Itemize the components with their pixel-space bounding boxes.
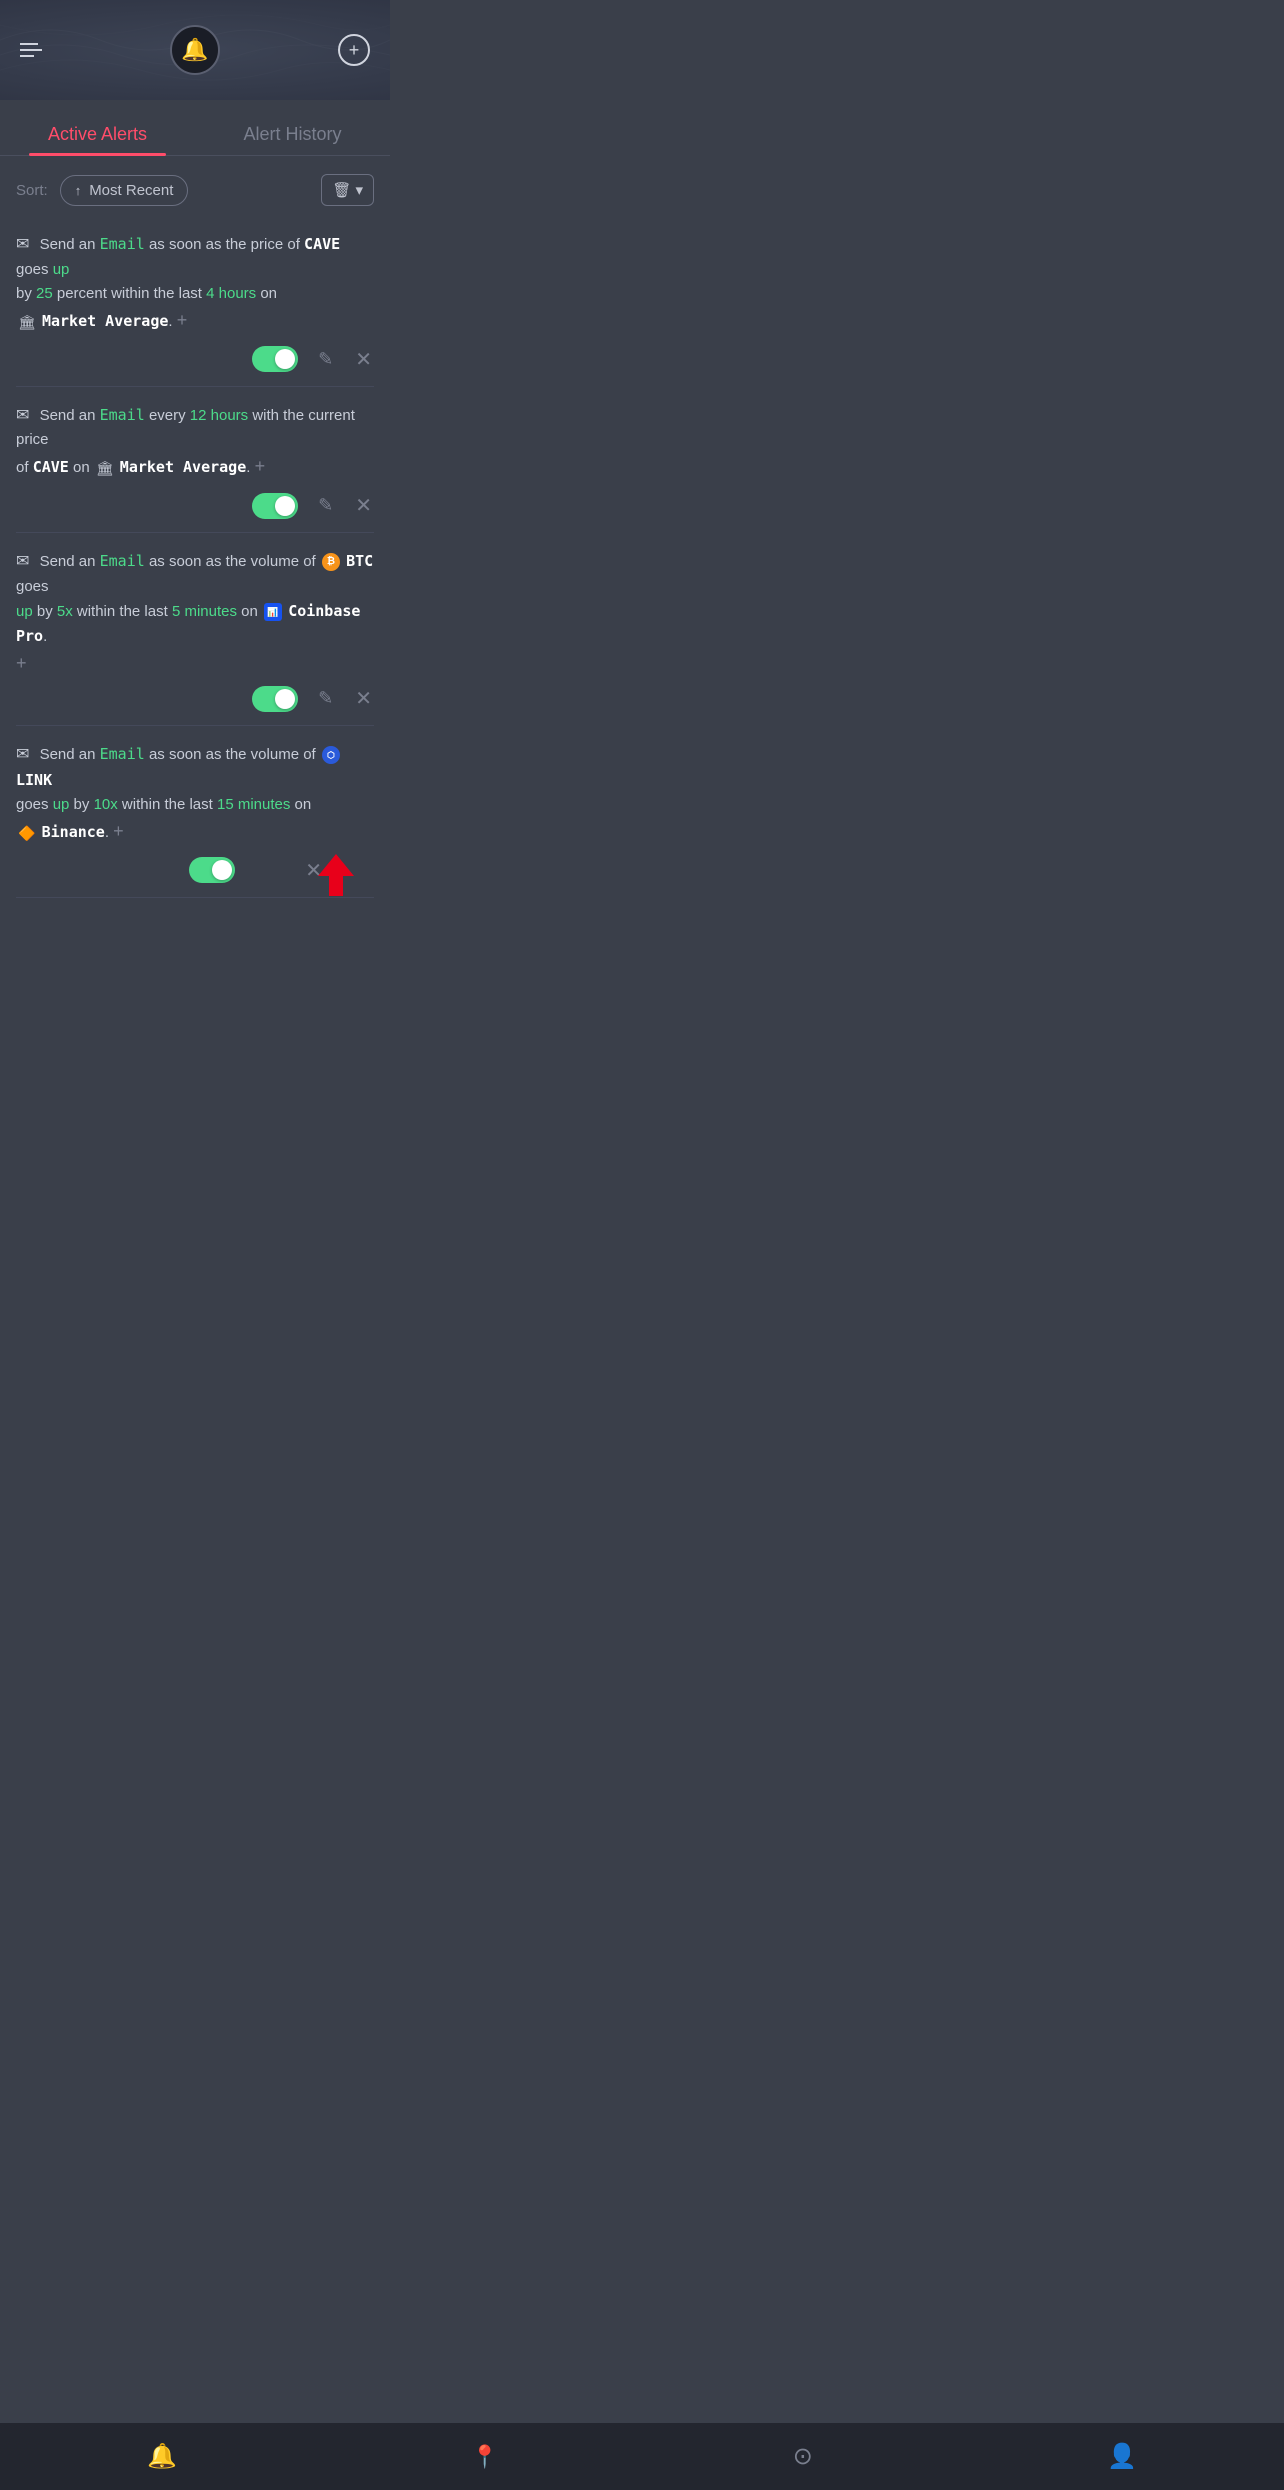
asset-name-3: BTC [346,552,373,570]
alert-text-3: ✉ Send an Email as soon as the volume of… [16,549,374,649]
add-icon: + [349,40,360,61]
bottom-navigation: 🔔 📍 ⊙ 👤 [0,2422,1284,2490]
nav-portfolio[interactable]: 📍 [471,2446,498,2468]
action-type-2: Email [100,406,145,424]
alert-card-3: ✉ Send an Email as soon as the volume of… [16,533,374,726]
toggle-knob-1 [275,349,295,369]
asset-name-4: LINK [16,771,52,789]
alert-card-1: ✉ Send an Email as soon as the price of … [16,216,374,387]
edit-button-1[interactable]: ✎ [316,347,335,372]
exchange-1: Market Average [42,312,168,330]
edit-button-3[interactable]: ✎ [316,686,335,711]
alert-toggle-4[interactable] [189,857,235,883]
alert-text-1: ✉ Send an Email as soon as the price of … [16,232,374,335]
nav-alerts[interactable]: 🔔 [147,2445,177,2469]
timeframe-1: 4 hours [206,285,256,302]
link-icon: ⬡ [322,746,340,764]
action-type-1: Email [100,235,145,253]
edit-button-2[interactable]: ✎ [316,493,335,518]
binance-icon: 🔶 [18,822,35,844]
delete-button[interactable]: 🗑 ▾ [321,174,374,206]
alert-toggle-1[interactable] [252,346,298,372]
direction-4: up [53,796,70,813]
asset-name-1: CAVE [304,235,340,253]
nav-alerts-icon: 🔔 [147,2445,177,2469]
app-logo: 🔔 [170,25,220,75]
email-icon-2: ✉ [16,403,29,429]
exchange-2: Market Average [120,458,246,476]
frequency-2: 12 hours [190,407,248,424]
nav-portfolio-icon: 📍 [471,2446,498,2468]
toggle-knob-4 [212,860,232,880]
delete-arrow: ▾ [355,181,363,199]
alert-actions-1: ✎ ✕ [16,345,374,374]
email-icon-3: ✉ [16,549,29,575]
nav-more[interactable]: ⊙ [793,2445,813,2469]
sort-bar: Sort: ↑ Most Recent 🗑 ▾ [0,156,390,216]
email-icon-4: ✉ [16,742,29,768]
nav-more-icon: ⊙ [793,2445,813,2469]
market-icon-1: 🏛 [18,311,36,333]
timeframe-3: 5 minutes [172,603,237,620]
add-condition-2[interactable]: + [255,452,266,481]
alert-card-2: ✉ Send an Email every 12 hours with the … [16,387,374,534]
add-condition-3[interactable]: + [16,653,27,674]
toggle-knob-3 [275,689,295,709]
sort-button[interactable]: ↑ Most Recent [60,175,189,206]
exchange-4: Binance [42,823,105,841]
alert-actions-3: ✎ ✕ [16,684,374,713]
alerts-list: ✉ Send an Email as soon as the price of … [0,216,390,898]
delete-alert-3[interactable]: ✕ [353,684,374,713]
btc-icon: ₿ [322,553,340,571]
alert-actions-2: ✎ ✕ [16,491,374,520]
nav-profile[interactable]: 👤 [1107,2445,1137,2469]
action-type-3: Email [100,552,145,570]
sort-value: Most Recent [89,182,173,199]
delete-alert-2[interactable]: ✕ [353,491,374,520]
sort-up-arrow: ↑ [75,183,82,198]
delete-alert-4[interactable]: ✕ [303,856,324,885]
amount-3: 5x [57,603,73,620]
direction-1: up [53,261,70,278]
bell-icon: 🔔 [181,37,208,63]
email-icon-1: ✉ [16,232,29,258]
alert-actions-4: ✕ [16,856,324,885]
amount-1: 25 [36,285,53,302]
coinbase-icon: 📊 [264,603,282,621]
add-alert-button[interactable]: + [338,34,370,66]
alert-toggle-2[interactable] [252,493,298,519]
tab-bar: Active Alerts Alert History [0,110,390,156]
header: 🔔 + [0,0,390,100]
toggle-knob-2 [275,496,295,516]
sort-label: Sort: [16,182,48,199]
nav-profile-icon: 👤 [1107,2445,1137,2469]
alert-toggle-3[interactable] [252,686,298,712]
alert-text-4: ✉ Send an Email as soon as the volume of… [16,742,374,846]
add-condition-4[interactable]: + [113,817,124,846]
menu-icon[interactable] [20,43,42,57]
delete-alert-1[interactable]: ✕ [353,345,374,374]
tab-alert-history[interactable]: Alert History [195,110,390,155]
asset-name-2: CAVE [33,458,69,476]
market-icon-2: 🏛 [96,457,114,479]
amount-4: 10x [94,796,118,813]
tab-active-alerts[interactable]: Active Alerts [0,110,195,155]
direction-3: up [16,603,33,620]
alert-text-2: ✉ Send an Email every 12 hours with the … [16,403,374,482]
action-type-4: Email [100,745,145,763]
timeframe-4: 15 minutes [217,796,290,813]
trash-icon: 🗑 [332,181,351,199]
add-condition-1[interactable]: + [177,306,188,335]
alert-card-4: ✉ Send an Email as soon as the volume of… [16,726,374,898]
